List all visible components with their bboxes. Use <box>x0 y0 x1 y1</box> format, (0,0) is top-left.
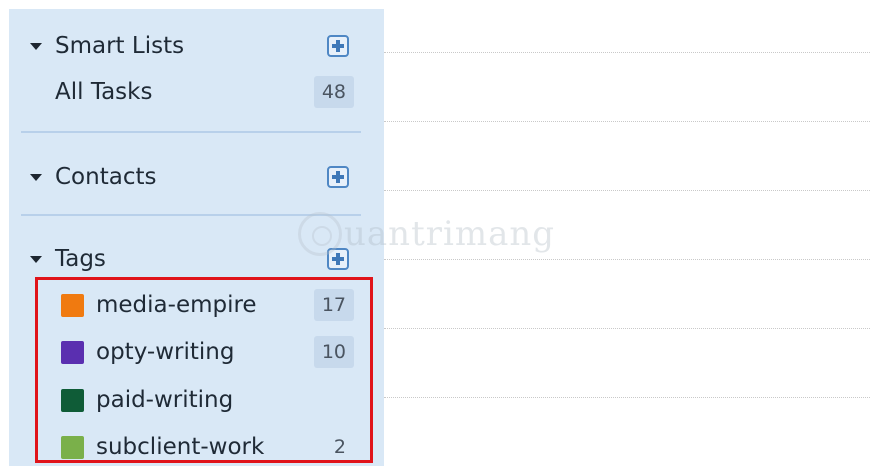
tags-title: Tags <box>55 246 106 272</box>
add-smart-list-button[interactable] <box>327 35 349 57</box>
smart-lists-title: Smart Lists <box>55 33 185 59</box>
task-row-separator <box>384 259 870 260</box>
smart-list-item-label: All Tasks <box>55 79 153 105</box>
task-row-separator <box>384 397 870 398</box>
tags-highlight-box <box>35 277 373 463</box>
plus-icon <box>332 171 344 183</box>
add-contact-button[interactable] <box>327 166 349 188</box>
task-count-badge: 48 <box>313 76 354 108</box>
watermark: uantrimang <box>298 212 555 256</box>
section-divider <box>21 131 361 133</box>
watermark-text: uantrimang <box>344 214 556 254</box>
task-row-separator <box>384 190 870 191</box>
task-row-separator <box>384 52 870 53</box>
smart-list-item-all-tasks[interactable]: All Tasks 48 <box>9 72 384 112</box>
caret-down-icon[interactable] <box>30 255 42 263</box>
smart-lists-header[interactable]: Smart Lists <box>9 29 384 63</box>
plus-icon <box>332 40 344 52</box>
caret-down-icon[interactable] <box>30 42 42 50</box>
contacts-header[interactable]: Contacts <box>9 160 384 194</box>
task-row-separator <box>384 328 870 329</box>
watermark-logo-icon <box>298 212 342 256</box>
contacts-title: Contacts <box>55 164 157 190</box>
caret-down-icon[interactable] <box>30 173 42 181</box>
task-row-separator <box>384 121 870 122</box>
